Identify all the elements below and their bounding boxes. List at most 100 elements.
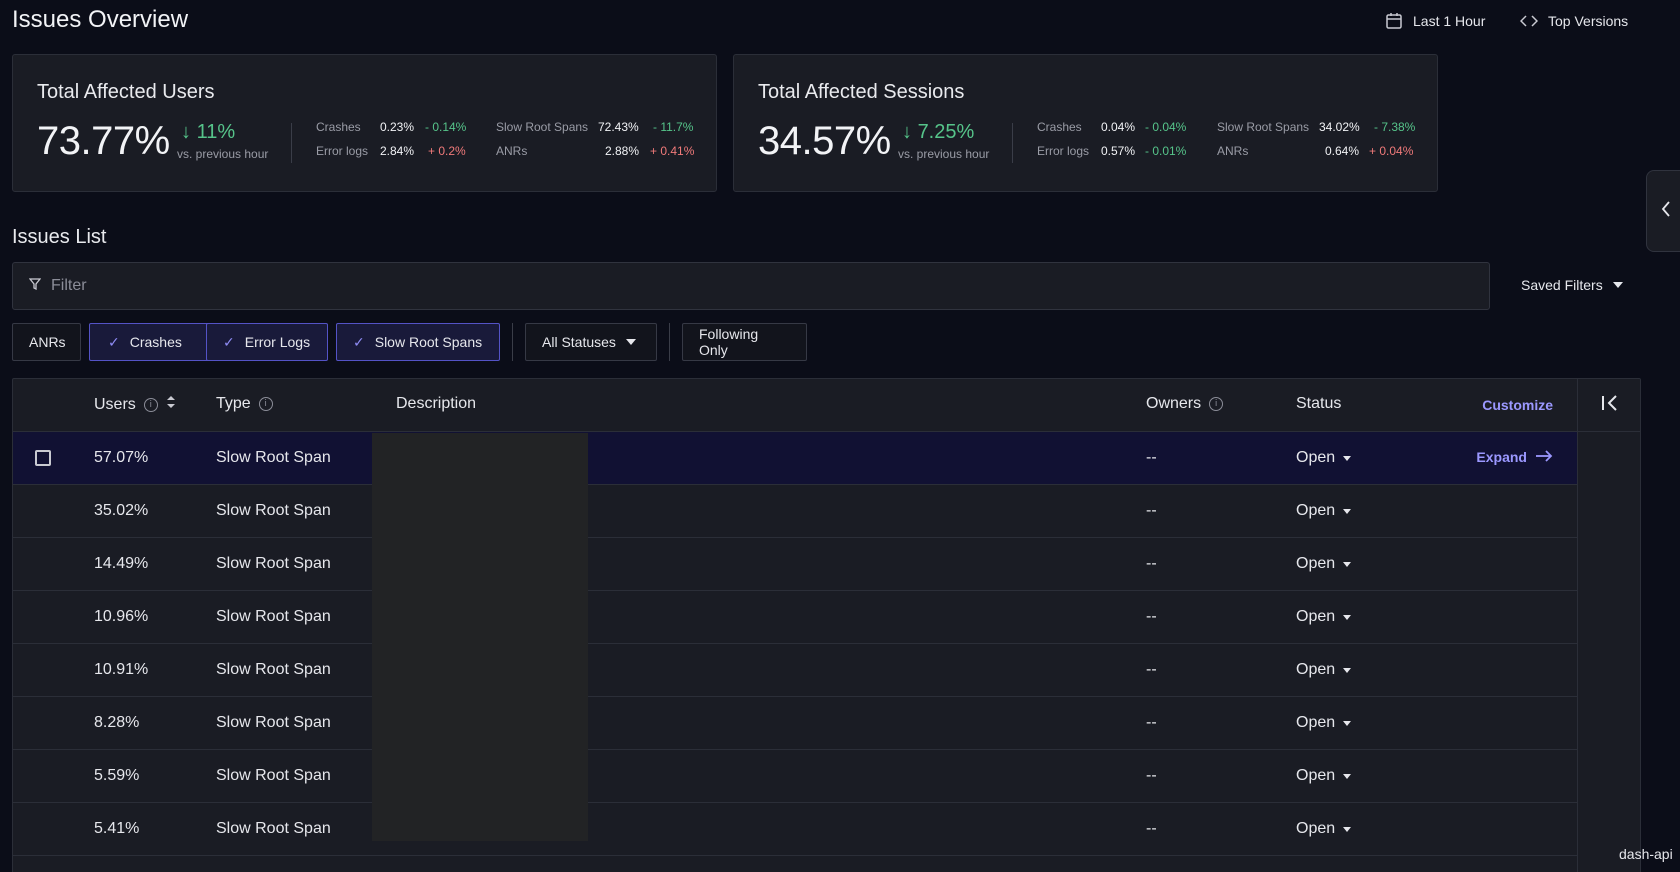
card-title: Total Affected Sessions	[758, 81, 965, 103]
row-checkbox[interactable]	[35, 450, 51, 466]
top-versions-button[interactable]: Top Versions	[1520, 10, 1628, 32]
all-statuses-dropdown[interactable]: All Statuses	[525, 323, 657, 361]
metric-value: 0.57%	[1101, 144, 1136, 158]
table-row[interactable]: 57.07% Slow Root Span -- Open Expand	[13, 432, 1577, 485]
status-dropdown[interactable]: Open	[1296, 714, 1352, 732]
info-icon[interactable]: i	[143, 397, 158, 412]
table-row[interactable]: 14.49% Slow Root Span -- Open	[13, 538, 1577, 591]
chip-error-logs[interactable]: ✓ Error Logs	[206, 323, 328, 361]
chevron-down-icon	[1343, 508, 1352, 514]
metric-value: 72.43%	[598, 120, 639, 134]
table-row[interactable]: 10.91% Slow Root Span -- Open	[13, 644, 1577, 697]
table-row[interactable]: 5.41% Slow Root Span -- Open	[13, 803, 1577, 856]
cell-type: Slow Root Span	[216, 502, 331, 519]
check-icon: ✓	[353, 333, 365, 350]
column-description: Description	[396, 395, 476, 413]
metric-change: - 0.01%	[1145, 144, 1187, 158]
chip-label: Error Logs	[244, 334, 311, 350]
filter-icon	[28, 277, 42, 295]
chevron-down-icon	[1343, 614, 1352, 620]
table-row[interactable]: 10.96% Slow Root Span -- Open	[13, 591, 1577, 644]
card-divider	[291, 123, 292, 163]
status-dropdown[interactable]: Open	[1296, 449, 1352, 467]
card-delta: ↓ 11%	[181, 121, 235, 144]
status-label: Open	[1296, 714, 1336, 731]
info-icon[interactable]: i	[258, 397, 273, 411]
status-dropdown[interactable]: Open	[1296, 820, 1352, 838]
side-panel-toggle[interactable]	[1646, 170, 1680, 252]
chip-anrs[interactable]: ANRs	[12, 323, 81, 361]
filter-input[interactable]	[51, 277, 1451, 295]
card-delta-value: 7.25%	[917, 121, 975, 143]
table-side-column	[1577, 379, 1640, 872]
cell-users: 5.41%	[94, 820, 140, 837]
column-users[interactable]: Users i	[94, 395, 176, 414]
saved-filters-button[interactable]: Saved Filters	[1521, 277, 1623, 293]
chevron-down-icon	[1612, 282, 1623, 288]
issues-table: Users i Type i Description Owners i Stat…	[12, 378, 1641, 872]
status-label: Open	[1296, 661, 1336, 678]
cell-owners: --	[1146, 502, 1157, 519]
status-dropdown[interactable]: Open	[1296, 608, 1352, 626]
card-delta: ↓ 7.25%	[902, 121, 974, 144]
cell-type: Slow Root Span	[216, 449, 331, 466]
expand-button[interactable]: Expand	[1476, 449, 1553, 465]
metric-value: 2.88%	[605, 144, 640, 158]
cell-owners: --	[1146, 820, 1157, 837]
chip-divider	[512, 323, 513, 361]
column-label: Type	[216, 395, 251, 412]
affected-users-card: Total Affected Users 73.77% ↓ 11% vs. pr…	[12, 54, 717, 192]
redacted-description-block	[372, 433, 588, 841]
status-dropdown[interactable]: Open	[1296, 767, 1352, 785]
status-dropdown[interactable]: Open	[1296, 661, 1352, 679]
metric-label: ANRs	[496, 144, 528, 158]
chip-label: Slow Root Spans	[374, 334, 483, 350]
chevron-down-icon	[1343, 561, 1352, 567]
table-row[interactable]: 5.59% Slow Root Span -- Open	[13, 750, 1577, 803]
metric-label: Crashes	[1037, 120, 1082, 134]
cell-users: 10.96%	[94, 608, 149, 625]
chip-following-only[interactable]: Following Only	[682, 323, 807, 361]
status-dropdown[interactable]: Open	[1296, 555, 1352, 573]
status-label: Open	[1296, 767, 1336, 784]
metric-change: + 0.41%	[650, 144, 695, 158]
card-value: 73.77%	[37, 119, 170, 163]
chevron-down-icon	[1343, 667, 1352, 673]
chevron-left-icon	[1660, 200, 1672, 223]
cell-type: Slow Root Span	[216, 820, 331, 837]
metric-label: Crashes	[316, 120, 361, 134]
time-range-button[interactable]: Last 1 Hour	[1385, 10, 1485, 32]
collapse-panel-button[interactable]	[1578, 379, 1640, 432]
table-row[interactable]: 8.28% Slow Root Span -- Open	[13, 697, 1577, 750]
chevron-down-icon	[1343, 826, 1352, 832]
customize-columns-link[interactable]: Customize	[1482, 397, 1553, 413]
table-row[interactable]: 35.02% Slow Root Span -- Open	[13, 485, 1577, 538]
cell-users: 10.91%	[94, 661, 149, 678]
chip-label: ANRs	[29, 334, 66, 350]
metric-change: - 11.7%	[653, 120, 694, 134]
column-status: Status	[1296, 395, 1341, 413]
chip-divider	[669, 323, 670, 361]
issues-list-title: Issues List	[12, 226, 107, 248]
cell-owners: --	[1146, 555, 1157, 572]
metric-label: Error logs	[316, 144, 369, 158]
info-icon[interactable]: i	[1209, 397, 1224, 411]
metric-label: Error logs	[1037, 144, 1090, 158]
chevron-down-icon	[1343, 455, 1352, 461]
card-title: Total Affected Users	[37, 81, 215, 103]
filter-bar[interactable]	[12, 262, 1490, 310]
status-label: Open	[1296, 608, 1336, 625]
metric-change: + 0.2%	[428, 144, 466, 158]
chip-slow-root-spans[interactable]: ✓ Slow Root Spans	[336, 323, 500, 361]
metric-label: Slow Root Spans	[496, 120, 589, 134]
code-icon	[1520, 14, 1538, 28]
expand-label: Expand	[1476, 449, 1527, 465]
affected-sessions-card: Total Affected Sessions 34.57% ↓ 7.25% v…	[733, 54, 1438, 192]
status-dropdown[interactable]: Open	[1296, 502, 1352, 520]
metric-value: 0.64%	[1325, 144, 1360, 158]
chip-label: All Statuses	[542, 334, 616, 350]
check-icon: ✓	[108, 333, 120, 350]
sort-icon[interactable]	[166, 395, 176, 414]
column-label: Status	[1296, 395, 1342, 412]
metric-label: Slow Root Spans	[1217, 120, 1310, 134]
